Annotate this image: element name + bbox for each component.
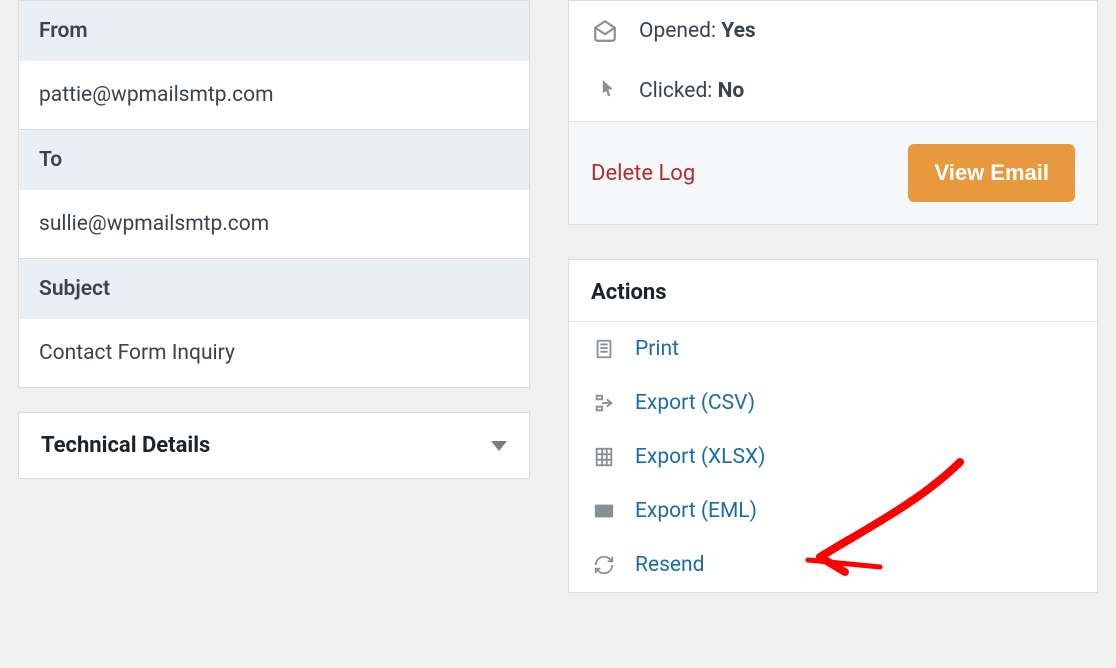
opened-label: Opened: Yes — [639, 19, 756, 43]
actions-card: Actions Print Export (CSV) Export (XLSX) — [568, 259, 1098, 593]
technical-details-title: Technical Details — [41, 433, 210, 458]
envelope-icon — [591, 498, 617, 524]
status-actions-row: Delete Log View Email — [569, 121, 1097, 224]
view-email-button[interactable]: View Email — [908, 144, 1075, 202]
technical-details-toggle[interactable]: Technical Details — [19, 413, 529, 478]
clicked-label: Clicked: No — [639, 79, 744, 103]
action-export-xlsx[interactable]: Export (XLSX) — [569, 430, 1097, 484]
subject-value: Contact Form Inquiry — [19, 319, 529, 387]
clicked-row: Clicked: No — [569, 61, 1097, 121]
resend-link: Resend — [635, 553, 705, 577]
export-eml-link: Export (EML) — [635, 499, 757, 523]
action-export-eml[interactable]: Export (EML) — [569, 484, 1097, 538]
export-xlsx-link: Export (XLSX) — [635, 445, 765, 469]
opened-row: Opened: Yes — [569, 1, 1097, 61]
action-export-csv[interactable]: Export (CSV) — [569, 376, 1097, 430]
to-label: To — [19, 130, 529, 190]
refresh-icon — [591, 552, 617, 578]
delete-log-link[interactable]: Delete Log — [591, 161, 695, 186]
export-arrow-icon — [591, 390, 617, 416]
subject-label: Subject — [19, 259, 529, 319]
actions-title: Actions — [569, 260, 1097, 322]
email-details-card: From pattie@wpmailsmtp.com To sullie@wpm… — [18, 0, 530, 388]
export-csv-link: Export (CSV) — [635, 391, 755, 415]
print-link: Print — [635, 337, 679, 361]
technical-details-card: Technical Details — [18, 412, 530, 479]
spreadsheet-icon — [591, 444, 617, 470]
action-resend[interactable]: Resend — [569, 538, 1097, 592]
action-print[interactable]: Print — [569, 322, 1097, 376]
status-card: Opened: Yes Clicked: No Delete Log View … — [568, 0, 1098, 225]
from-label: From — [19, 1, 529, 61]
from-value: pattie@wpmailsmtp.com — [19, 61, 529, 130]
to-value: sullie@wpmailsmtp.com — [19, 190, 529, 259]
opened-mail-icon — [591, 17, 619, 45]
pointer-icon — [591, 77, 619, 105]
document-icon — [591, 336, 617, 362]
chevron-down-icon — [491, 441, 507, 451]
